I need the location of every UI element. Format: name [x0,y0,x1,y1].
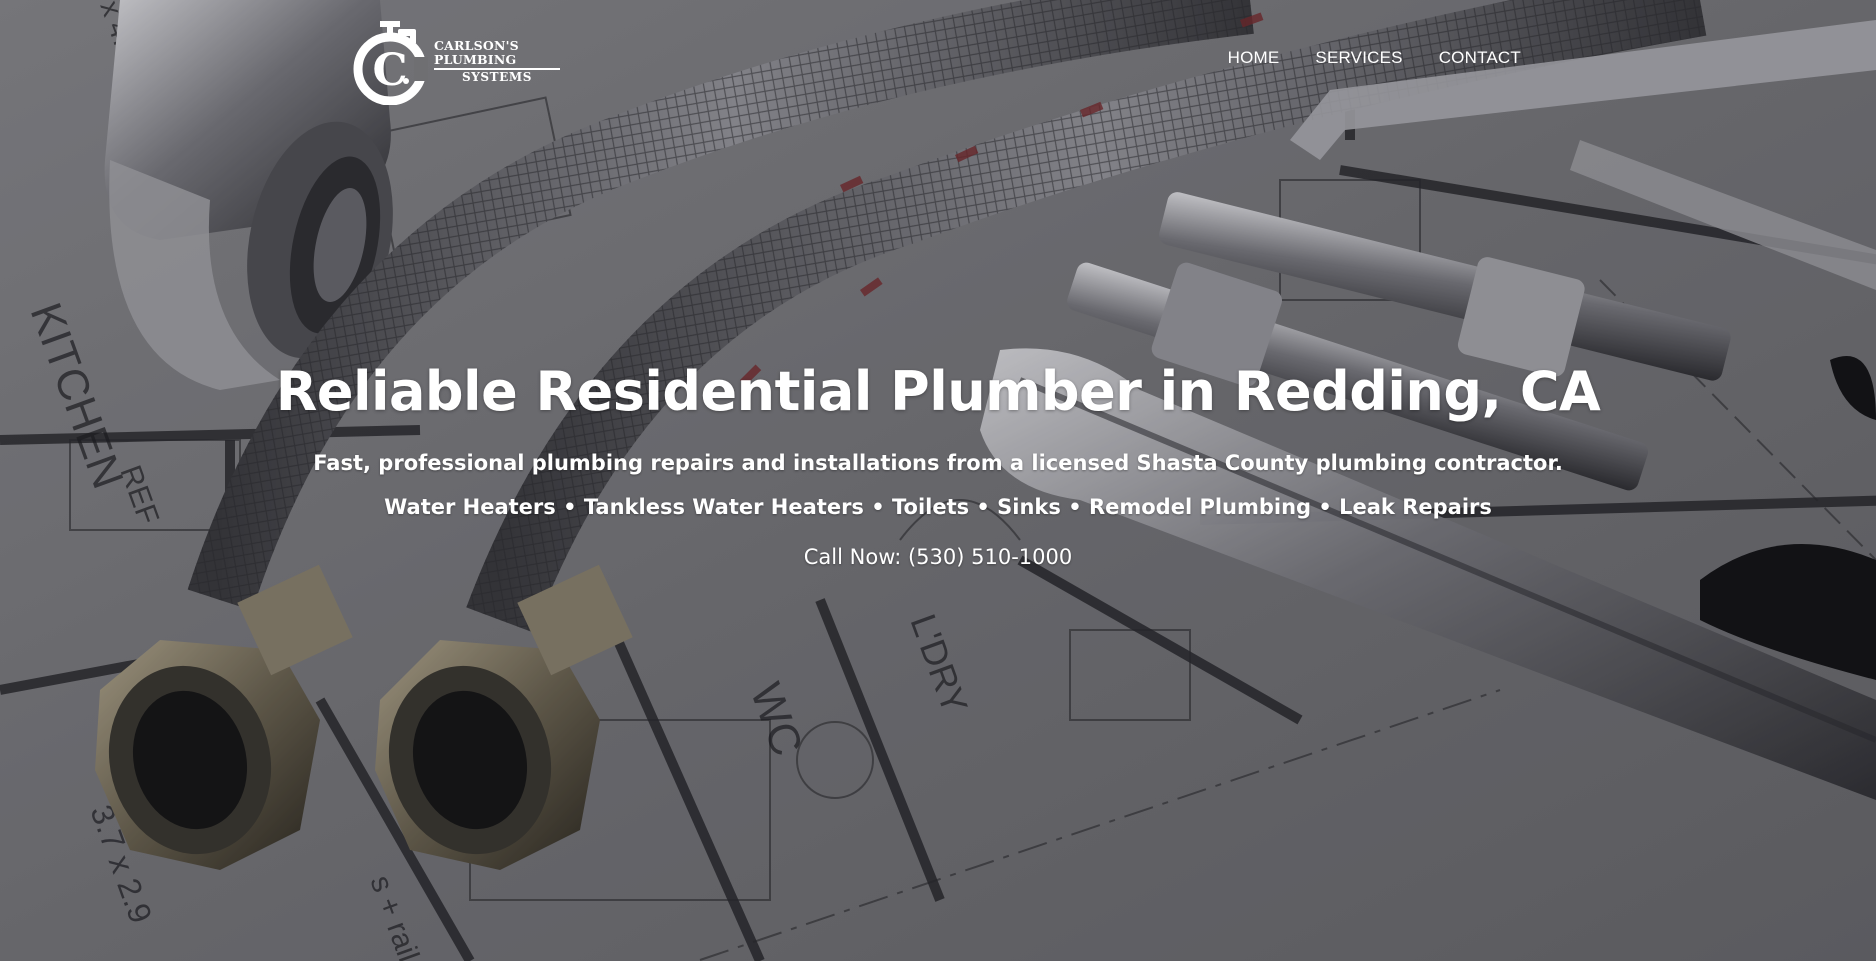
call-now-link[interactable]: Call Now: (530) 510-1000 [804,545,1072,569]
nav-services-link[interactable]: SERVICES [1315,48,1402,68]
logo-name-line2: SYSTEMS [434,68,560,85]
hero-content: Reliable Residential Plumber in Redding,… [0,360,1876,569]
site-logo[interactable]: C CARLSON'S PLUMBING SYSTEMS [350,18,560,106]
nav-contact-link[interactable]: CONTACT [1439,48,1521,68]
hero-title: Reliable Residential Plumber in Redding,… [275,360,1601,423]
hero-services-list: Water Heaters • Tankless Water Heaters •… [384,495,1492,519]
hero-subtitle: Fast, professional plumbing repairs and … [313,451,1563,475]
hero-section: KITCHEN REF WC L'DRY 3.7 x 2.9 s + rail … [0,0,1876,961]
nav-home-link[interactable]: HOME [1228,48,1280,68]
main-navigation: HOME SERVICES CONTACT [1228,48,1521,68]
logo-name-line1: CARLSON'S PLUMBING [434,37,519,68]
faucet-c-logo-icon: C [350,19,430,106]
svg-text:C: C [372,45,407,96]
logo-wordmark: CARLSON'S PLUMBING SYSTEMS [434,37,560,86]
